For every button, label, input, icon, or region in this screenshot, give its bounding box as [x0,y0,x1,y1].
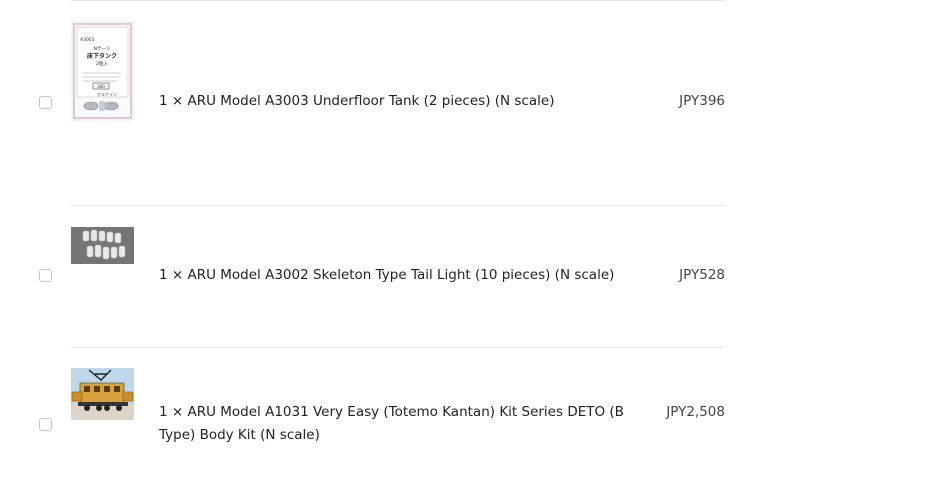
item-checkbox[interactable] [39,418,52,431]
item-price: JPY396 [679,93,725,109]
list-item: 1 × ARU Model A3002 Skeleton Type Tail L… [0,206,933,347]
list-item: 1 × ARU Model A1031 Very Easy (Totemo Ka… [0,348,933,484]
package-code: A3003 [80,37,95,43]
item-price: JPY2,508 [666,404,725,420]
list-item: A3003 Nゲージ 床下タンク 2個入 300 アルナイン 1 × ARU M… [0,0,933,205]
item-checkbox[interactable] [39,96,52,109]
item-checkbox[interactable] [39,269,52,282]
item-title[interactable]: 1 × ARU Model A3002 Skeleton Type Tail L… [159,264,649,287]
package-line2: 床下タンク [87,52,117,60]
order-items-list: A3003 Nゲージ 床下タンク 2個入 300 アルナイン 1 × ARU M… [0,0,933,484]
package-price-tag: 300 [97,84,105,89]
product-package-icon[interactable]: A3003 Nゲージ 床下タンク 2個入 300 アルナイン [71,21,134,121]
item-title[interactable]: 1 × ARU Model A3003 Underfloor Tank (2 p… [159,90,649,113]
package-brand: アルナイン [97,91,117,97]
package-line3: 2個入 [96,60,108,67]
electric-locomotive-icon[interactable] [71,368,134,420]
package-line1: Nゲージ [94,45,111,52]
item-price: JPY528 [679,267,725,283]
item-title[interactable]: 1 × ARU Model A1031 Very Easy (Totemo Ka… [159,401,649,447]
tail-light-parts-icon[interactable] [71,227,134,264]
